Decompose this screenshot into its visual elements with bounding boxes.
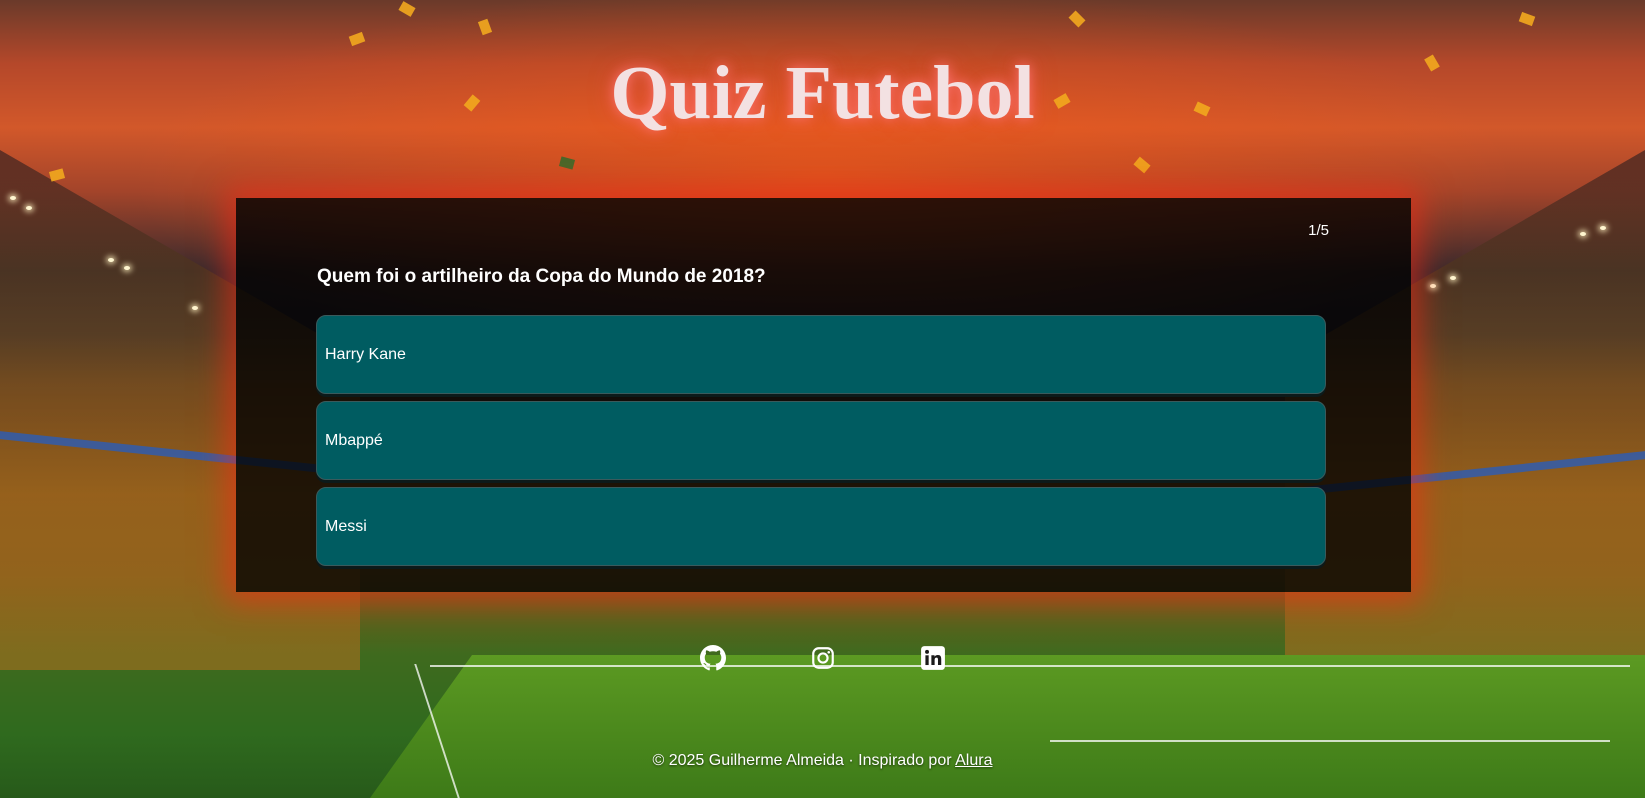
question-text: Quem foi o artilheiro da Copa do Mundo d… [317, 266, 766, 287]
confetti [1068, 10, 1086, 28]
github-icon [700, 645, 726, 671]
page-title: Quiz Futebol [610, 51, 1035, 135]
stadium-light [1450, 276, 1456, 280]
linkedin-link[interactable] [920, 645, 946, 671]
confetti [558, 156, 576, 170]
stadium-light [10, 196, 16, 200]
football-pitch [370, 655, 1645, 798]
footer-text: © 2025 Guilherme Almeida · Inspirado por [652, 752, 956, 769]
stadium-light [26, 206, 32, 210]
instagram-icon [812, 647, 834, 669]
alura-link[interactable]: Alura [955, 752, 992, 769]
answer-option-mbappe[interactable]: Mbappé [316, 401, 1326, 480]
quiz-panel: 1/5 Quem foi o artilheiro da Copa do Mun… [236, 198, 1411, 592]
social-links [0, 645, 1645, 671]
confetti [1133, 156, 1151, 174]
stadium-light [1430, 284, 1436, 288]
stadium-light [192, 306, 198, 310]
confetti [348, 31, 366, 47]
footer: © 2025 Guilherme Almeida · Inspirado por… [0, 752, 1645, 770]
confetti [1518, 11, 1536, 27]
github-link[interactable] [700, 645, 726, 671]
linkedin-icon [921, 646, 945, 670]
stadium-light [108, 258, 114, 262]
pitch-line [1050, 740, 1610, 742]
question-counter: 1/5 [1308, 222, 1329, 239]
instagram-link[interactable] [810, 645, 836, 671]
answer-option-harry-kane[interactable]: Harry Kane [316, 315, 1326, 394]
stadium-light [1600, 226, 1606, 230]
stadium-light [124, 266, 130, 270]
confetti [398, 1, 416, 17]
answer-option-messi[interactable]: Messi [316, 487, 1326, 566]
answer-list: Harry Kane Mbappé Messi [316, 315, 1326, 573]
confetti [48, 168, 66, 182]
stadium-light [1580, 232, 1586, 236]
confetti [477, 18, 493, 36]
